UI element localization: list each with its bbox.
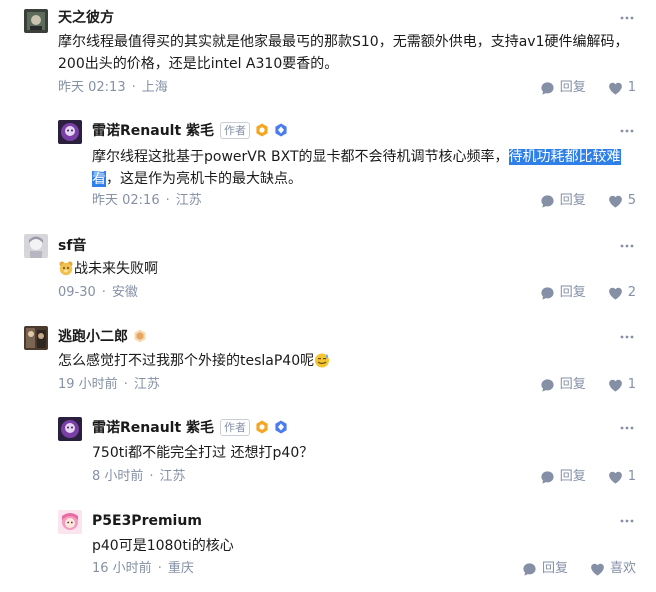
more-options-icon[interactable] <box>620 335 634 339</box>
comment-actions: 回复 1 <box>540 468 636 486</box>
heart-icon <box>608 287 622 300</box>
comment-meta: 昨天 02:13 · 上海 <box>58 80 168 95</box>
reply-icon <box>541 194 554 208</box>
comment-meta: 8 小时前 · 江苏 <box>92 469 186 484</box>
reply-icon <box>523 562 536 576</box>
reply-button[interactable]: 回复 <box>540 192 586 210</box>
comment-location: 重庆 <box>167 561 194 576</box>
comment-location: 江苏 <box>159 469 186 484</box>
more-options-icon[interactable] <box>620 16 634 20</box>
comment-meta: 16 小时前 · 重庆 <box>92 561 194 576</box>
heart-icon <box>608 379 622 392</box>
comment-text: 战未来失败啊 <box>58 258 618 280</box>
comment-time: 8 小时前 <box>92 469 144 484</box>
achievement-badge-icon[interactable] <box>255 420 269 434</box>
reply-icon <box>541 81 554 95</box>
bear-emoji-icon <box>59 261 73 276</box>
comment-meta: 09-30 · 安徽 <box>58 285 138 300</box>
like-button[interactable]: 5 <box>608 192 636 210</box>
comment-actions: 回复 5 <box>540 192 636 210</box>
comment-time: 16 小时前 <box>92 561 152 576</box>
heart-icon <box>591 563 604 576</box>
author-tag: 作者 <box>220 419 251 436</box>
comment-actions: 回复 喜欢 <box>522 560 636 578</box>
comment-meta: 昨天 02:16 · 江苏 <box>92 193 202 208</box>
comment-text: p40可是1080ti的核心 <box>92 538 234 554</box>
verified-badge-icon[interactable] <box>274 123 288 137</box>
comment-actions: 回复 1 <box>540 79 636 97</box>
avatar[interactable] <box>58 510 82 534</box>
author-tag: 作者 <box>220 122 251 139</box>
reply-button[interactable]: 回复 <box>540 376 586 394</box>
avatar[interactable] <box>58 120 82 144</box>
more-options-icon[interactable] <box>620 244 634 248</box>
level-badge-icon[interactable] <box>133 329 147 343</box>
verified-badge-icon[interactable] <box>274 420 288 434</box>
avatar[interactable] <box>24 234 48 258</box>
comment-text: 750ti都不能完全打过 还想打p40？ <box>92 445 314 461</box>
comment-text: 摩尔线程最值得买的其实就是他家最最丐的那款S10，无需额外供电，支持av1硬件编… <box>58 34 629 72</box>
comment-text: 摩尔线程这批基于powerVR BXT的显卡都不会待机调节核心频率，待机功耗都比… <box>92 149 621 187</box>
reply-button[interactable]: 回复 <box>540 79 586 97</box>
comment-actions: 回复 2 <box>540 284 636 302</box>
author-name[interactable]: P5E3Premium <box>92 511 202 531</box>
reply-button[interactable]: 回复 <box>540 284 586 302</box>
heart-icon <box>608 471 622 484</box>
heart-icon <box>608 195 622 208</box>
like-button[interactable]: 1 <box>608 79 636 97</box>
avatar[interactable] <box>24 9 48 33</box>
more-options-icon[interactable] <box>620 519 634 523</box>
comment-location: 江苏 <box>133 377 160 392</box>
more-options-icon[interactable] <box>620 426 634 430</box>
reply-button[interactable]: 回复 <box>522 560 568 578</box>
reply-icon <box>541 286 554 300</box>
author-name[interactable]: 逃跑小二郎 <box>58 327 147 347</box>
like-button[interactable]: 2 <box>608 284 636 302</box>
author-name[interactable]: 雷诺Renault 紫毛 作者 <box>92 121 288 141</box>
avatar[interactable] <box>24 326 48 350</box>
author-name[interactable]: sf音 <box>58 236 86 256</box>
like-button[interactable]: 1 <box>608 468 636 486</box>
comment-meta: 19 小时前 · 江苏 <box>58 377 160 392</box>
comment-time: 昨天 02:13 <box>58 80 126 95</box>
reply-icon <box>541 378 554 392</box>
author-name[interactable]: 天之彼方 <box>58 8 114 28</box>
comment-time: 19 小时前 <box>58 377 118 392</box>
comment-time: 昨天 02:16 <box>92 193 160 208</box>
comment-time: 09-30 <box>58 285 96 300</box>
reply-button[interactable]: 回复 <box>540 468 586 486</box>
comment-actions: 回复 1 <box>540 376 636 394</box>
like-button[interactable]: 1 <box>608 376 636 394</box>
achievement-badge-icon[interactable] <box>255 123 269 137</box>
comment-location: 上海 <box>141 80 168 95</box>
comment-text: 怎么感觉打不过我那个外接的teslaP40呢 <box>58 350 618 372</box>
comment-location: 江苏 <box>175 193 202 208</box>
reply-icon <box>541 470 554 484</box>
sweat-emoji-icon <box>315 353 330 368</box>
heart-icon <box>608 82 622 95</box>
like-button[interactable]: 喜欢 <box>590 560 636 578</box>
author-name[interactable]: 雷诺Renault 紫毛 作者 <box>92 418 288 438</box>
comment-location: 安徽 <box>111 285 138 300</box>
more-options-icon[interactable] <box>620 129 634 133</box>
avatar[interactable] <box>58 417 82 441</box>
